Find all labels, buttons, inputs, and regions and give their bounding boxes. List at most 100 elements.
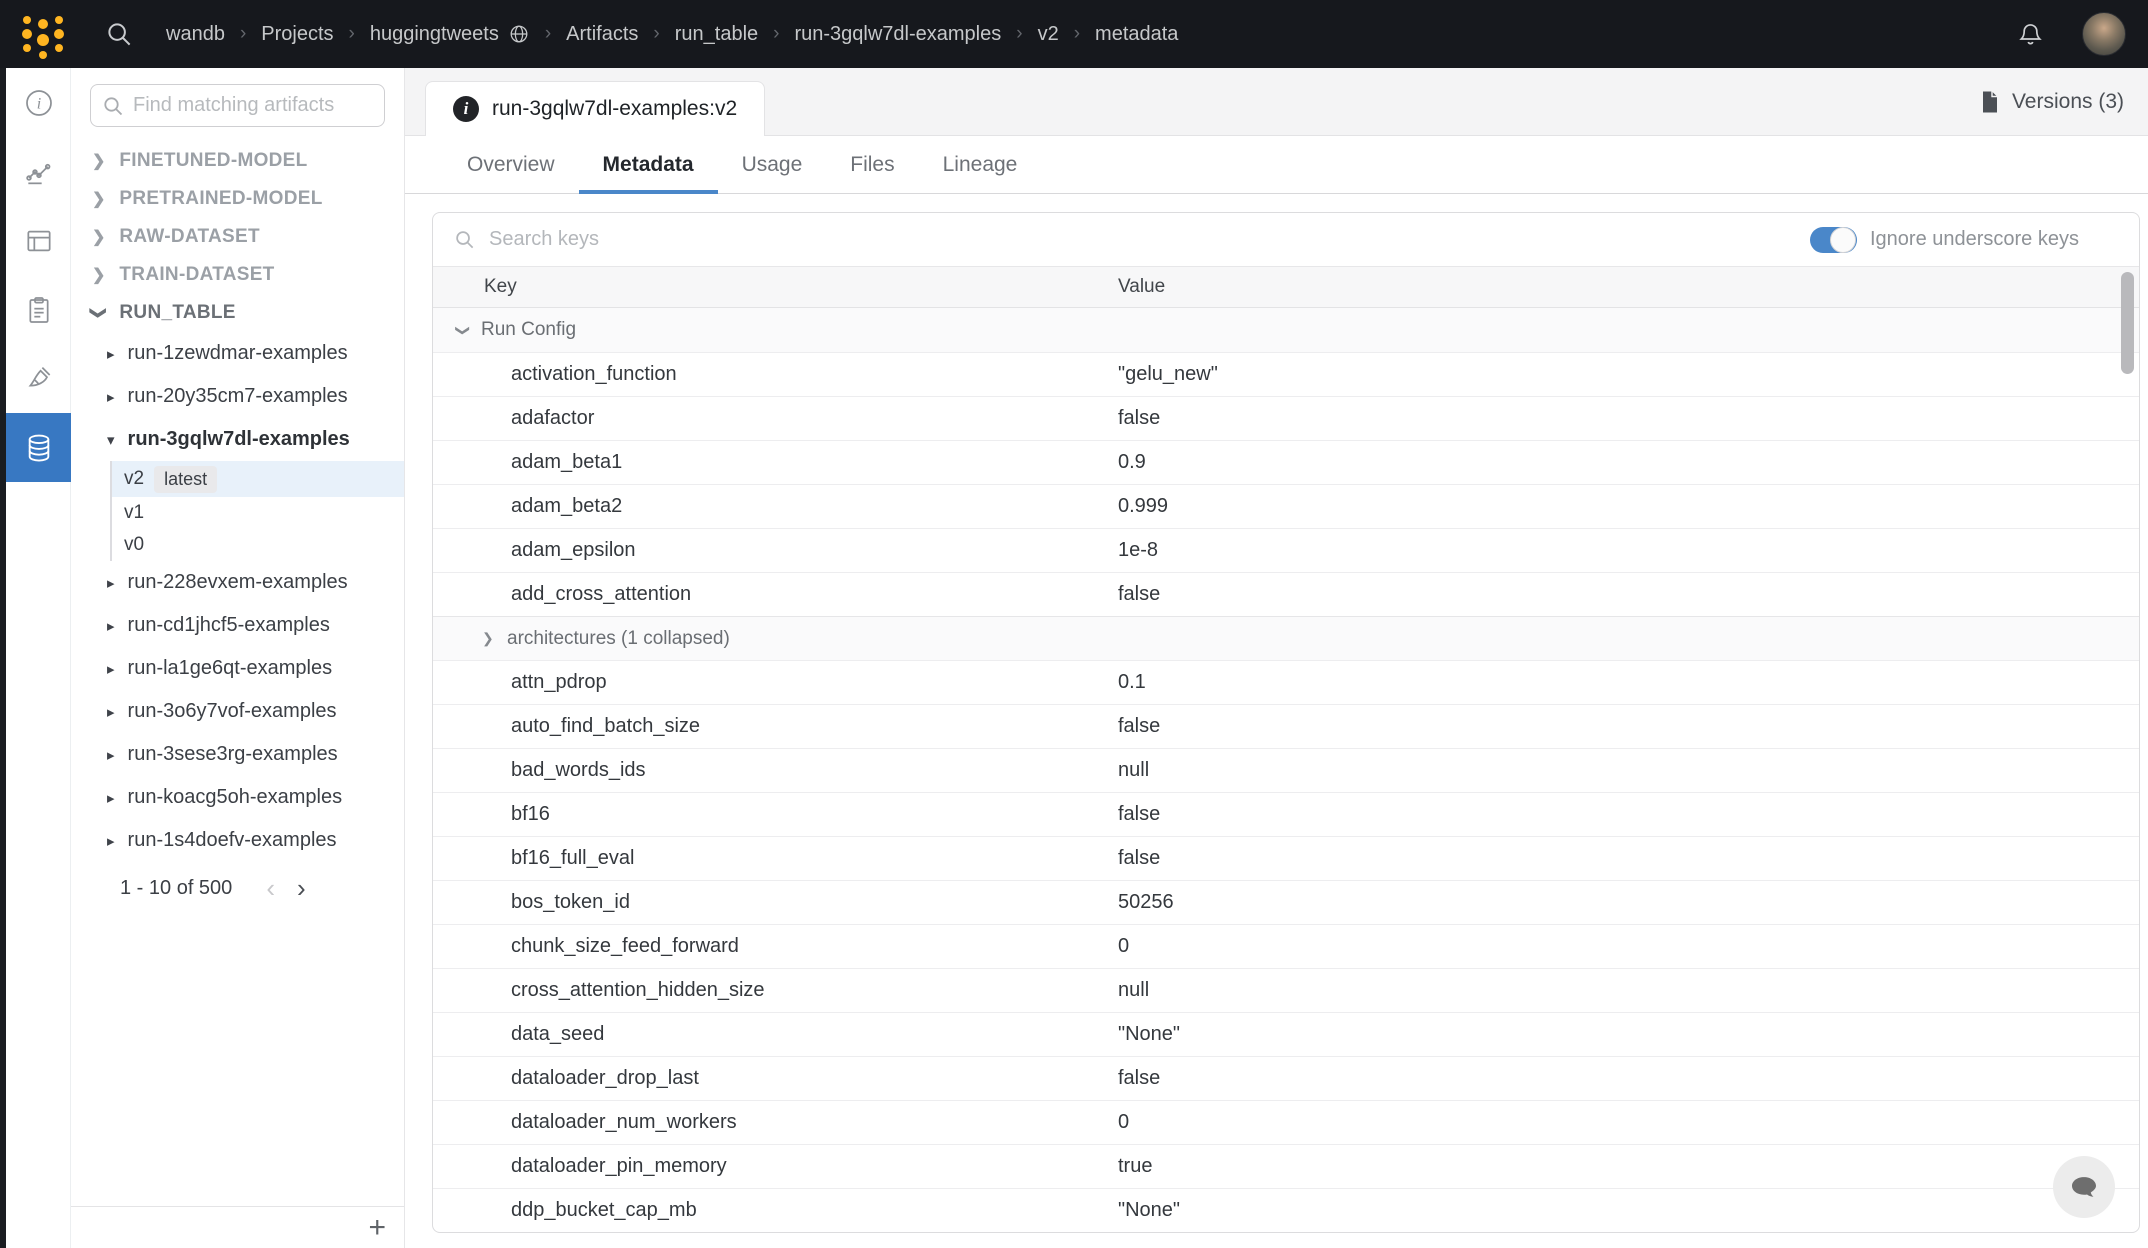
triangle-right-icon: ▸ xyxy=(107,832,115,850)
sidebar-run-item[interactable]: ▸run-1zewdmar-examples xyxy=(71,332,404,375)
breadcrumb-item[interactable]: v2 xyxy=(1038,23,1059,46)
version-item-v2[interactable]: v2latest xyxy=(112,461,404,497)
metadata-search-row: Ignore underscore keys xyxy=(433,213,2139,267)
table-row: auto_find_batch_sizefalse xyxy=(433,704,2139,748)
artifact-browser-sidebar: ❯FINETUNED-MODEL❯PRETRAINED-MODEL❯RAW-DA… xyxy=(71,68,405,1248)
rail-item-sweeps[interactable] xyxy=(6,344,71,413)
search-icon xyxy=(101,94,125,123)
version-label: v0 xyxy=(124,534,144,556)
metadata-value: 0.9 xyxy=(1118,451,1146,474)
wandb-logo-icon[interactable] xyxy=(22,9,64,59)
metadata-table-body: ❯Run Configactivation_function"gelu_new"… xyxy=(433,308,2139,1232)
table-row: ddp_bucket_cap_mb"None" xyxy=(433,1188,2139,1232)
pagination-prev-chevron-icon[interactable]: ‹ xyxy=(266,873,275,904)
version-item-v0[interactable]: v0 xyxy=(112,529,404,561)
breadcrumb-separator: › xyxy=(1016,23,1022,45)
breadcrumb-item[interactable]: run_table xyxy=(675,23,758,46)
logo-dot xyxy=(54,29,64,39)
notifications-bell-icon[interactable] xyxy=(2017,21,2044,48)
table-row: add_cross_attentionfalse xyxy=(433,572,2139,616)
chat-bubble-icon xyxy=(2068,1171,2100,1203)
chevron-right-icon: ❯ xyxy=(482,630,494,647)
table-row: adafactorfalse xyxy=(433,396,2139,440)
sidebar-run-item[interactable]: ▸run-3sese3rg-examples xyxy=(71,733,404,776)
metadata-key: bf16 xyxy=(511,803,550,826)
navbar-right xyxy=(2017,12,2126,56)
artifact-list: ▸run-1zewdmar-examples▸run-20y35cm7-exam… xyxy=(71,332,404,910)
metadata-value: null xyxy=(1118,759,1149,782)
rail-item-artifacts-database[interactable] xyxy=(6,413,71,482)
breadcrumb-separator: › xyxy=(349,23,355,45)
chevron-right-icon: ❯ xyxy=(92,227,105,247)
metadata-key: adam_beta2 xyxy=(511,495,622,518)
toggle-knob xyxy=(1830,227,1856,253)
tab-files[interactable]: Files xyxy=(826,136,918,193)
triangle-right-icon: ▸ xyxy=(107,345,115,363)
rail-item-panels[interactable] xyxy=(6,206,71,275)
breadcrumb-item[interactable]: huggingtweets xyxy=(370,23,530,46)
sidebar-category-train-dataset[interactable]: ❯TRAIN-DATASET xyxy=(71,256,404,294)
breadcrumb-item[interactable]: Artifacts xyxy=(566,23,638,46)
sidebar-category-finetuned-model[interactable]: ❯FINETUNED-MODEL xyxy=(71,142,404,180)
sidebar-run-item[interactable]: ▸run-cd1jhcf5-examples xyxy=(71,604,404,647)
sidebar-run-item[interactable]: ▸run-20y35cm7-examples xyxy=(71,375,404,418)
metadata-value: "None" xyxy=(1118,1199,1180,1222)
table-row: dataloader_num_workers0 xyxy=(433,1100,2139,1144)
search-icon[interactable] xyxy=(104,19,134,49)
sidebar-run-item[interactable]: ▸run-la1ge6qt-examples xyxy=(71,647,404,690)
logo-dot xyxy=(23,44,31,52)
metadata-key: cross_attention_hidden_size xyxy=(511,979,765,1002)
version-list: v2latestv1 v0 xyxy=(110,461,404,561)
table-row: attn_pdrop0.1 xyxy=(433,660,2139,704)
metadata-group-label: Run Config xyxy=(481,319,576,341)
rail-item-charts[interactable] xyxy=(6,137,71,206)
sidebar-category-label: RUN_TABLE xyxy=(119,302,235,324)
tab-overview[interactable]: Overview xyxy=(443,136,579,193)
metadata-value: false xyxy=(1118,407,1160,430)
metadata-group-row[interactable]: ❯architectures (1 collapsed) xyxy=(433,616,2139,660)
metadata-panel: Ignore underscore keys Key Value ❯Run Co… xyxy=(432,212,2140,1233)
table-row: data_seed"None" xyxy=(433,1012,2139,1056)
metadata-value: false xyxy=(1118,715,1160,738)
vertical-scrollbar[interactable] xyxy=(2121,272,2134,374)
breadcrumb-item[interactable]: Projects xyxy=(261,23,333,46)
versions-button[interactable]: Versions (3) xyxy=(1979,90,2124,114)
breadcrumb-item[interactable]: metadata xyxy=(1095,23,1178,46)
pagination-next-chevron-icon[interactable]: › xyxy=(297,873,306,904)
table-row: activation_function"gelu_new" xyxy=(433,352,2139,396)
version-item-v1[interactable]: v1 xyxy=(112,497,404,529)
sidebar-run-item[interactable]: ▸run-koacg5oh-examples xyxy=(71,776,404,819)
metadata-key: dataloader_drop_last xyxy=(511,1067,699,1090)
sidebar-category-pretrained-model[interactable]: ❯PRETRAINED-MODEL xyxy=(71,180,404,218)
add-artifact-button plus-icon[interactable]: + xyxy=(368,1213,386,1243)
sidebar-run-item[interactable]: ▾run-3gqlw7dl-examples xyxy=(71,418,404,461)
metadata-value: false xyxy=(1118,1067,1160,1090)
metadata-key: attn_pdrop xyxy=(511,671,607,694)
rail-item-info[interactable]: i xyxy=(6,68,71,137)
sidebar-run-item[interactable]: ▸run-3o6y7vof-examples xyxy=(71,690,404,733)
tab-lineage[interactable]: Lineage xyxy=(919,136,1042,193)
sidebar-category-run_table[interactable]: ❯RUN_TABLE xyxy=(71,294,404,332)
metadata-key: bf16_full_eval xyxy=(511,847,634,870)
sidebar-footer: + xyxy=(71,1206,404,1248)
svg-text:i: i xyxy=(36,95,40,112)
triangle-right-icon: ▸ xyxy=(107,617,115,635)
tab-usage[interactable]: Usage xyxy=(718,136,827,193)
artifact-tab[interactable]: i run-3gqlw7dl-examples:v2 xyxy=(425,81,765,136)
metadata-search-input[interactable] xyxy=(489,228,1810,251)
triangle-right-icon: ▸ xyxy=(107,789,115,807)
breadcrumb-label: huggingtweets xyxy=(370,23,499,46)
breadcrumb-item[interactable]: wandb xyxy=(166,23,225,46)
artifact-search-input[interactable] xyxy=(90,84,385,127)
breadcrumb-item[interactable]: run-3gqlw7dl-examples xyxy=(794,23,1001,46)
sidebar-category-label: TRAIN-DATASET xyxy=(119,264,274,286)
tab-metadata[interactable]: Metadata xyxy=(579,136,718,193)
sidebar-category-raw-dataset[interactable]: ❯RAW-DATASET xyxy=(71,218,404,256)
rail-item-logs[interactable] xyxy=(6,275,71,344)
ignore-underscore-toggle[interactable] xyxy=(1810,227,1857,253)
sidebar-run-item[interactable]: ▸run-228evxem-examples xyxy=(71,561,404,604)
sidebar-run-item[interactable]: ▸run-1s4doefv-examples xyxy=(71,819,404,862)
user-avatar[interactable] xyxy=(2082,12,2126,56)
help-chat-button[interactable] xyxy=(2053,1156,2115,1218)
metadata-group-row[interactable]: ❯Run Config xyxy=(433,308,2139,352)
